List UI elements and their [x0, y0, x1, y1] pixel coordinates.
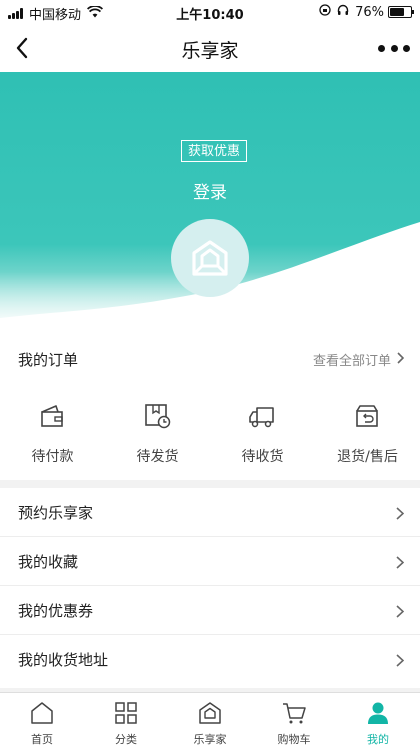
wallet-icon — [38, 402, 66, 430]
package-clock-icon — [143, 402, 171, 430]
tab-label: 乐享家 — [193, 733, 227, 746]
order-item-label: 待发货 — [136, 449, 179, 465]
menu-item-favorites[interactable]: 我的收藏 — [0, 537, 420, 586]
tab-categories[interactable]: 分类 — [84, 693, 168, 748]
login-link[interactable]: 登录 — [0, 178, 420, 203]
home-icon — [30, 701, 54, 725]
tab-lexiangjia[interactable]: 乐享家 — [168, 693, 252, 748]
menu-item-label: 我的收藏 — [18, 553, 79, 571]
orders-title: 我的订单 — [18, 351, 79, 369]
chevron-right-icon — [397, 351, 405, 368]
view-all-orders-label: 查看全部订单 — [312, 354, 391, 369]
order-item-label: 退货/售后 — [337, 449, 398, 465]
page-title: 乐享家 — [181, 40, 239, 62]
menu-item-coupons[interactable]: 我的优惠券 — [0, 586, 420, 635]
lock-rotation-icon — [319, 4, 331, 20]
tab-cart[interactable]: 购物车 — [252, 693, 336, 748]
chevron-right-icon — [396, 652, 405, 671]
order-item-label: 待收货 — [241, 449, 284, 465]
battery-percent: 76% — [355, 4, 384, 20]
chevron-right-icon — [396, 554, 405, 573]
orders-section: 我的订单 查看全部订单 待付款 待发货 待收货 退货/售后 — [0, 330, 420, 480]
chevron-right-icon — [396, 505, 405, 524]
tab-bar: 首页 分类 乐享家 购物车 我的 — [0, 692, 420, 748]
order-pending-receipt[interactable]: 待收货 — [210, 402, 315, 468]
order-pending-shipment[interactable]: 待发货 — [105, 402, 210, 468]
tab-label: 首页 — [31, 733, 53, 746]
order-item-label: 待付款 — [31, 449, 74, 465]
grid-icon — [114, 701, 138, 725]
tab-label: 分类 — [115, 733, 137, 746]
more-dots-icon[interactable] — [378, 38, 410, 58]
cart-icon — [282, 701, 306, 725]
tab-home[interactable]: 首页 — [0, 693, 84, 748]
order-status-row: 待付款 待发货 待收货 退货/售后 — [0, 402, 420, 468]
headphones-icon — [337, 4, 349, 20]
menu-item-label: 我的优惠券 — [18, 602, 94, 620]
chevron-right-icon — [396, 603, 405, 622]
menu-item-label: 预约乐享家 — [18, 504, 94, 522]
view-all-orders-link[interactable]: 查看全部订单 — [312, 350, 405, 369]
return-box-icon — [353, 402, 381, 430]
profile-hero: 获取优惠 登录 — [0, 72, 420, 330]
menu-list: 预约乐享家 我的收藏 我的优惠券 我的收货地址 — [0, 488, 420, 688]
battery-icon — [388, 6, 414, 18]
menu-item-addresses[interactable]: 我的收货地址 — [0, 635, 420, 684]
tab-label: 购物车 — [277, 733, 311, 746]
house-brand-icon — [192, 240, 228, 276]
tab-mine[interactable]: 我的 — [336, 693, 420, 748]
order-returns-aftersales[interactable]: 退货/售后 — [315, 402, 420, 468]
get-coupon-button[interactable]: 获取优惠 — [181, 140, 247, 162]
status-right: 76% — [319, 4, 414, 20]
menu-item-label: 我的收货地址 — [18, 651, 109, 669]
orders-header: 我的订单 查看全部订单 — [0, 330, 420, 388]
tab-label: 我的 — [367, 733, 389, 746]
order-pending-payment[interactable]: 待付款 — [0, 402, 105, 468]
truck-icon — [248, 402, 276, 430]
avatar[interactable] — [171, 219, 249, 297]
nav-bar: 乐享家 — [0, 24, 420, 73]
user-icon — [366, 701, 390, 725]
menu-item-book-service[interactable]: 预约乐享家 — [0, 488, 420, 537]
house-brand-icon — [198, 701, 222, 725]
status-bar: 中国移动 上午10:40 76% — [0, 0, 420, 24]
